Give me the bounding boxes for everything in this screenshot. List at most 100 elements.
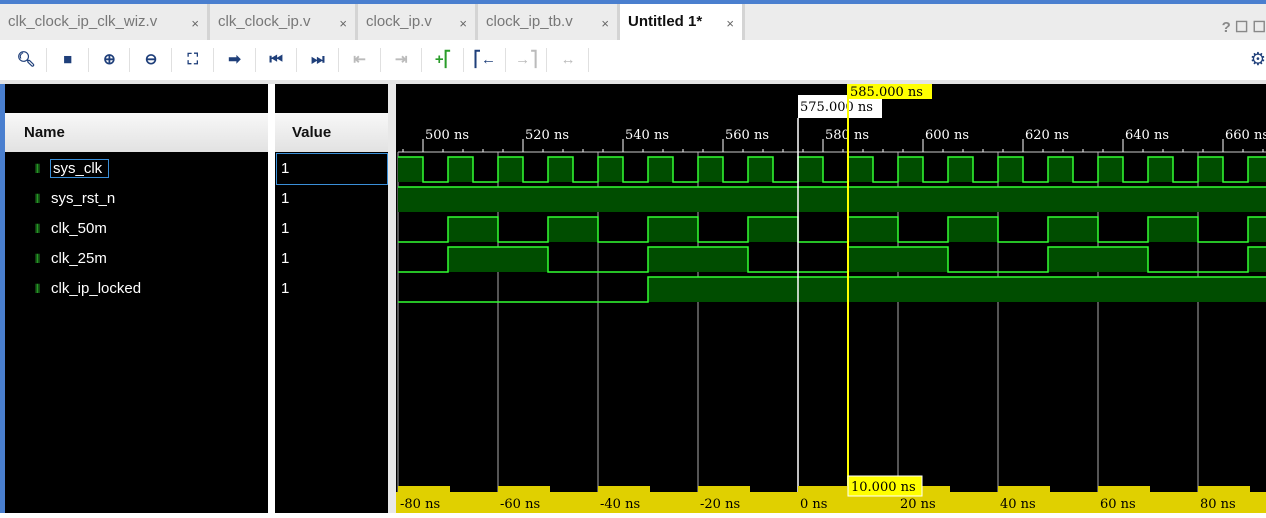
waveform-sys_clk (398, 156, 1266, 183)
ruler-label: 640 ns (1125, 128, 1169, 143)
previous-transition-icon[interactable]: ⇤ (348, 49, 372, 71)
name-column-header[interactable]: Name (5, 113, 268, 152)
go-to-start-icon[interactable]: ⏮ (264, 49, 288, 71)
ruler-label: 620 ns (1025, 128, 1069, 143)
signal-name: sys_clk (49, 159, 110, 178)
value-column-header[interactable]: Value (275, 113, 388, 152)
close-icon[interactable]: × (339, 16, 347, 31)
relative-label-tab (498, 486, 550, 494)
tab-clock-ip-v[interactable]: clock_ip.v × (358, 4, 478, 40)
tab-clk-clock-ip-v[interactable]: clk_clock_ip.v × (210, 4, 358, 40)
search-icon[interactable]: 🔍︎ (14, 49, 38, 71)
panel-splitter[interactable] (388, 84, 396, 513)
tab-label: clk_clock_ip_clk_wiz.v (8, 13, 158, 30)
signal-value[interactable]: 1 (277, 274, 289, 304)
signal-name: sys_rst_n (51, 190, 116, 207)
go-to-cursor-icon[interactable]: ➡ (223, 49, 247, 71)
wave-high-region (548, 217, 598, 242)
signal-row-clk_25m[interactable]: ⫴ clk_25m (35, 244, 107, 274)
signal-row-sys_clk[interactable]: ⫴ sys_clk (35, 154, 110, 184)
relative-label: -60 ns (500, 497, 540, 512)
signal-row-sys_rst_n[interactable]: ⫴ sys_rst_n (35, 184, 115, 214)
signal-name: clk_50m (51, 220, 107, 237)
next-transition-icon[interactable]: ⇥ (389, 49, 413, 71)
relative-label-tab (698, 486, 750, 494)
signal-row-clk_50m[interactable]: ⫴ clk_50m (35, 214, 107, 244)
relative-label-tab (1098, 486, 1150, 494)
wave-high-region (898, 157, 923, 182)
tab-bar: clk_clock_ip_clk_wiz.v × clk_clock_ip.v × cl… (0, 4, 1266, 40)
wave-high-region (1198, 157, 1223, 182)
tab-clk-clock-ip-clk-wiz-v[interactable]: clk_clock_ip_clk_wiz.v × (0, 4, 210, 40)
toolbar: 🔍︎ ■ ⊕ ⊖ ⛶ ➡ ⏮ ⏭ ⇤ ⇥ +⎡ ⎡← →⎤ ↔ (0, 40, 1266, 80)
add-marker-icon[interactable]: +⎡ (431, 49, 455, 71)
toolbar-separator (463, 48, 464, 72)
wave-high-region (698, 157, 723, 182)
wave-high-region (398, 157, 423, 182)
close-icon[interactable]: × (726, 16, 734, 31)
close-icon[interactable]: × (459, 16, 467, 31)
wave-high-region (1248, 157, 1266, 182)
signal-value[interactable]: 1 (277, 244, 289, 274)
toolbar-separator (129, 48, 131, 72)
toolbar-separator (546, 48, 548, 72)
relative-label-tab (398, 486, 450, 494)
signal-value[interactable]: 1 (277, 184, 289, 214)
input-signal-icon: ⫴ (35, 162, 41, 176)
close-icon[interactable]: × (601, 16, 609, 31)
relative-label: 60 ns (1100, 497, 1136, 512)
output-signal-icon: ⫴ (35, 282, 41, 296)
wave-high-region (798, 157, 823, 182)
output-signal-icon: ⫴ (35, 222, 41, 236)
cursor-label: 585.000 ns (850, 85, 923, 100)
signal-row-clk_ip_locked[interactable]: ⫴ clk_ip_locked (35, 274, 141, 304)
waveform-canvas[interactable]: 500 ns 520 ns 540 ns 560 ns 580 ns 600 ns 620 … (396, 84, 1266, 513)
wave-high-region (1248, 247, 1266, 272)
toolbar-separator (212, 48, 214, 72)
wave-high-region (1048, 247, 1148, 272)
wave-high-region (1098, 157, 1123, 182)
tab-untitled-1-[interactable]: Untitled 1* × (620, 4, 745, 40)
wave-high-region (1148, 157, 1173, 182)
zoom-fit-icon[interactable]: ⛶ (181, 49, 205, 71)
relative-label: -40 ns (600, 497, 640, 512)
signal-name: clk_ip_locked (51, 280, 142, 297)
waveform-panel[interactable]: 500 ns 520 ns 540 ns 560 ns 580 ns 600 ns 620 … (396, 84, 1266, 513)
zoom-out-icon[interactable]: ⊖ (139, 49, 163, 71)
relative-label-tab (1198, 486, 1250, 494)
name-panel: Name ⫴ sys_clk ⫴ sys_rst_n ⫴ clk_50m ⫴ clk_25m ⫴… (5, 84, 268, 513)
wave-high-region (848, 217, 898, 242)
swap-cursors-icon[interactable]: ↔ (556, 49, 580, 71)
toolbar-separator (588, 48, 590, 72)
wave-high-region (648, 157, 673, 182)
wave-high-region (848, 247, 948, 272)
settings-gear-icon[interactable]: ⚙ (1250, 49, 1266, 70)
toolbar-separator (171, 48, 173, 72)
go-to-end-icon[interactable]: ⏭ (306, 49, 330, 71)
wave-high-region (748, 157, 773, 182)
wave-high-region (948, 157, 973, 182)
close-icon[interactable]: × (191, 16, 199, 31)
column-splitter[interactable] (268, 84, 275, 513)
signal-value[interactable]: 1 (276, 153, 388, 185)
zoom-in-icon[interactable]: ⊕ (97, 49, 121, 71)
toolbar-separator (337, 48, 339, 72)
wave-high-region (848, 157, 873, 182)
relative-label: 0 ns (800, 497, 827, 512)
ruler-label: 560 ns (725, 128, 769, 143)
value-panel: Value 11111 (275, 84, 388, 513)
previous-marker-icon[interactable]: ⎡← (473, 49, 497, 71)
toolbar-separator (296, 48, 298, 72)
tab-label: clk_clock_ip.v (218, 13, 311, 30)
next-marker-icon[interactable]: →⎤ (514, 49, 538, 71)
waveform-clk_50m (398, 216, 1266, 243)
ruler-label: 500 ns (425, 128, 469, 143)
tab-clock-ip-tb-v[interactable]: clock_ip_tb.v × (478, 4, 620, 40)
relative-label: 20 ns (900, 497, 936, 512)
ruler-label: 660 ns (1225, 128, 1266, 143)
save-icon[interactable]: ■ (56, 49, 80, 71)
window-buttons[interactable]: ? ☐ ☐ (1222, 18, 1266, 36)
signal-value[interactable]: 1 (277, 214, 289, 244)
tab-label: clock_ip_tb.v (486, 13, 573, 30)
relative-label: -20 ns (700, 497, 740, 512)
